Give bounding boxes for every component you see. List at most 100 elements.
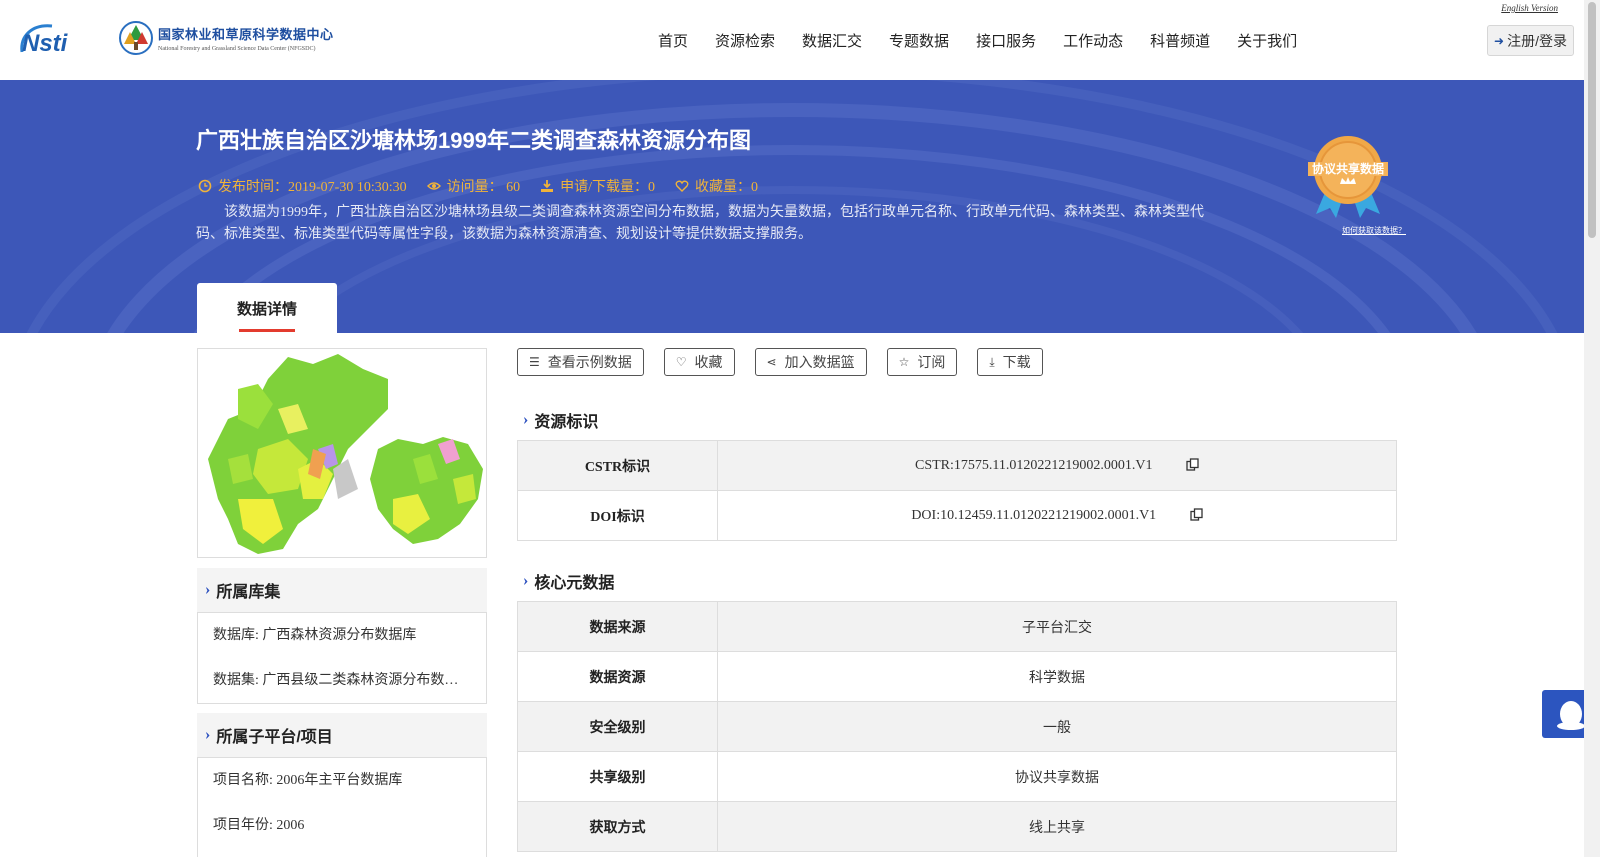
collection-box: 数据库: 广西森林资源分布数据库 数据集: 广西县级二类森林资源分布数据集 bbox=[197, 612, 487, 704]
tab-data-details[interactable]: 数据详情 bbox=[197, 283, 337, 333]
meta-key: 数据来源 bbox=[517, 601, 718, 652]
cstr-value: CSTR:17575.11.0120221219002.0001.V1 bbox=[915, 457, 1153, 473]
action-toolbar: ☰ 查看示例数据 ♡ 收藏 ⋖ 加入数据篮 ☆ 订阅 ⤓ 下载 bbox=[517, 348, 1063, 376]
copy-icon[interactable] bbox=[1186, 457, 1199, 471]
core-meta-table: 数据来源 子平台汇交 数据资源 科学数据 安全级别 一般 共享级别 协议共享数据… bbox=[517, 601, 1397, 852]
svg-text:Nsti: Nsti bbox=[22, 30, 69, 56]
badge-text: 协议共享数据 bbox=[1312, 161, 1384, 176]
page: Nsti 国家林业和草原科学数据中心 National Forestry and… bbox=[0, 0, 1600, 857]
meta-key: 获取方式 bbox=[517, 801, 718, 852]
download-count-text: 申请/下载量：0 bbox=[560, 180, 655, 195]
nfgsdc-name-cn: 国家林业和草原科学数据中心 bbox=[158, 27, 334, 42]
chevron-right-icon: › bbox=[523, 411, 529, 428]
table-row: 共享级别 协议共享数据 bbox=[517, 751, 1397, 802]
nav-news[interactable]: 工作动态 bbox=[1063, 30, 1123, 51]
main-nav: 首页 资源检索 数据汇交 专题数据 接口服务 工作动态 科普频道 关于我们 bbox=[658, 30, 1324, 51]
dataset-banner: 广西壮族自治区沙塘林场1999年二类调查森林资源分布图 发布时间：2019-07… bbox=[0, 80, 1584, 333]
table-row: 获取方式 线上共享 bbox=[517, 801, 1397, 852]
nfgsdc-logo[interactable]: 国家林业和草原科学数据中心 National Forestry and Gras… bbox=[118, 20, 334, 56]
tab-data-details-label: 数据详情 bbox=[236, 301, 297, 318]
header: Nsti 国家林业和草原科学数据中心 National Forestry and… bbox=[0, 0, 1584, 80]
nav-home[interactable]: 首页 bbox=[658, 30, 688, 51]
nav-data-submission[interactable]: 数据汇交 bbox=[802, 30, 862, 51]
database-icon: ☰ bbox=[529, 355, 540, 369]
nav-api-service[interactable]: 接口服务 bbox=[976, 30, 1036, 51]
table-row: CSTR标识 CSTR:17575.11.0120221219002.0001.… bbox=[517, 440, 1397, 491]
download-button[interactable]: ⤓ 下载 bbox=[977, 348, 1043, 376]
visit-count: 访问量： 60 bbox=[426, 176, 520, 196]
nav-resource-search[interactable]: 资源检索 bbox=[715, 30, 775, 51]
platform-section-header: › 所属子平台/项目 bbox=[197, 713, 487, 757]
cstr-cell: CSTR:17575.11.0120221219002.0001.V1 bbox=[717, 440, 1397, 491]
core-meta-title: 核心元数据 bbox=[534, 575, 615, 592]
download-icon: ⤓ bbox=[989, 354, 995, 369]
subscribe-label: 订阅 bbox=[917, 354, 946, 370]
database-link[interactable]: 数据库: 广西森林资源分布数据库 bbox=[198, 613, 486, 658]
forest-map-image bbox=[208, 354, 483, 554]
table-row: DOI标识 DOI:10.12459.11.0120221219002.0001… bbox=[517, 490, 1397, 541]
share-icon: ⋖ bbox=[766, 355, 777, 369]
resource-id-header: › 资源标识 bbox=[523, 408, 598, 432]
table-row: 数据资源 科学数据 bbox=[517, 651, 1397, 702]
copy-icon[interactable] bbox=[1190, 507, 1203, 521]
chevron-right-icon: › bbox=[205, 726, 211, 743]
download-count: 申请/下载量：0 bbox=[540, 176, 655, 196]
scrollbar-thumb[interactable] bbox=[1588, 2, 1596, 238]
shared-data-badge-icon: 协议共享数据 bbox=[1308, 136, 1388, 218]
add-to-basket-label: 加入数据篮 bbox=[784, 354, 855, 370]
favorite-button[interactable]: ♡ 收藏 bbox=[663, 348, 735, 376]
collection-title: 所属库集 bbox=[216, 584, 281, 601]
nsti-logo[interactable]: Nsti bbox=[18, 22, 98, 56]
star-icon: ☆ bbox=[898, 355, 910, 369]
doi-value: DOI:10.12459.11.0120221219002.0001.V1 bbox=[911, 507, 1157, 523]
project-year: 项目年份: 2006 bbox=[213, 818, 305, 833]
favorite-count-text: 收藏量：0 bbox=[695, 180, 758, 195]
core-meta-header: › 核心元数据 bbox=[523, 569, 614, 593]
download-label: 下载 bbox=[1002, 354, 1031, 370]
table-row: 安全级别 一般 bbox=[517, 701, 1397, 752]
meta-key: 安全级别 bbox=[517, 701, 718, 752]
publish-time: 发布时间：2019-07-30 10:30:30 bbox=[198, 176, 407, 196]
dataset-meta: 发布时间：2019-07-30 10:30:30 访问量： 60 申请/下载量：… bbox=[198, 176, 778, 196]
meta-key: 数据资源 bbox=[517, 651, 718, 702]
nav-science-channel[interactable]: 科普频道 bbox=[1150, 30, 1210, 51]
nfgsdc-name-en: National Forestry and Grassland Science … bbox=[158, 46, 316, 52]
nfgsdc-emblem-icon bbox=[119, 21, 153, 55]
dataset-link[interactable]: 数据集: 广西县级二类森林资源分布数据集 bbox=[198, 658, 486, 703]
eye-icon bbox=[426, 182, 441, 190]
meta-value: 科学数据 bbox=[717, 651, 1397, 702]
tab-active-indicator bbox=[239, 329, 295, 332]
nav-thematic-data[interactable]: 专题数据 bbox=[889, 30, 949, 51]
how-to-get-data-link[interactable]: 如何获取该数据？ bbox=[1342, 225, 1406, 236]
page-scrollbar[interactable] bbox=[1584, 0, 1600, 857]
resource-id-table: CSTR标识 CSTR:17575.11.0120221219002.0001.… bbox=[517, 440, 1397, 541]
collection-section-header: › 所属库集 bbox=[197, 568, 487, 612]
meta-value: 子平台汇交 bbox=[717, 601, 1397, 652]
dataset-title: 广西壮族自治区沙塘林场1999年二类调查森林资源分布图 bbox=[196, 128, 751, 153]
english-version-link[interactable]: English Version bbox=[1501, 3, 1558, 13]
download-icon bbox=[541, 180, 554, 192]
chevron-right-icon: › bbox=[523, 572, 529, 589]
project-name: 项目名称: 2006年主平台数据库 bbox=[213, 773, 403, 788]
cstr-key: CSTR标识 bbox=[517, 440, 718, 491]
login-label: 注册/登录 bbox=[1507, 32, 1567, 49]
view-sample-data-button[interactable]: ☰ 查看示例数据 bbox=[517, 348, 644, 376]
doi-cell: DOI:10.12459.11.0120221219002.0001.V1 bbox=[717, 490, 1397, 541]
clock-icon bbox=[198, 179, 212, 193]
heart-icon: ♡ bbox=[675, 355, 687, 369]
add-to-basket-button[interactable]: ⋖ 加入数据篮 bbox=[754, 348, 867, 376]
nav-about-us[interactable]: 关于我们 bbox=[1237, 30, 1297, 51]
favorite-count: 收藏量：0 bbox=[675, 176, 758, 196]
subscribe-button[interactable]: ☆ 订阅 bbox=[886, 348, 958, 376]
sign-in-icon: ➜ bbox=[1494, 33, 1505, 48]
chevron-right-icon: › bbox=[205, 581, 211, 598]
heart-icon bbox=[675, 180, 689, 192]
meta-value: 一般 bbox=[717, 701, 1397, 752]
meta-value: 协议共享数据 bbox=[717, 751, 1397, 802]
dataset-thumbnail[interactable] bbox=[197, 348, 487, 558]
resource-id-title: 资源标识 bbox=[534, 414, 599, 431]
login-button[interactable]: ➜ 注册/登录 bbox=[1487, 25, 1574, 56]
doi-key: DOI标识 bbox=[517, 490, 718, 541]
platform-box: 项目名称: 2006年主平台数据库 项目年份: 2006 bbox=[197, 757, 487, 857]
favorite-label: 收藏 bbox=[694, 354, 723, 370]
